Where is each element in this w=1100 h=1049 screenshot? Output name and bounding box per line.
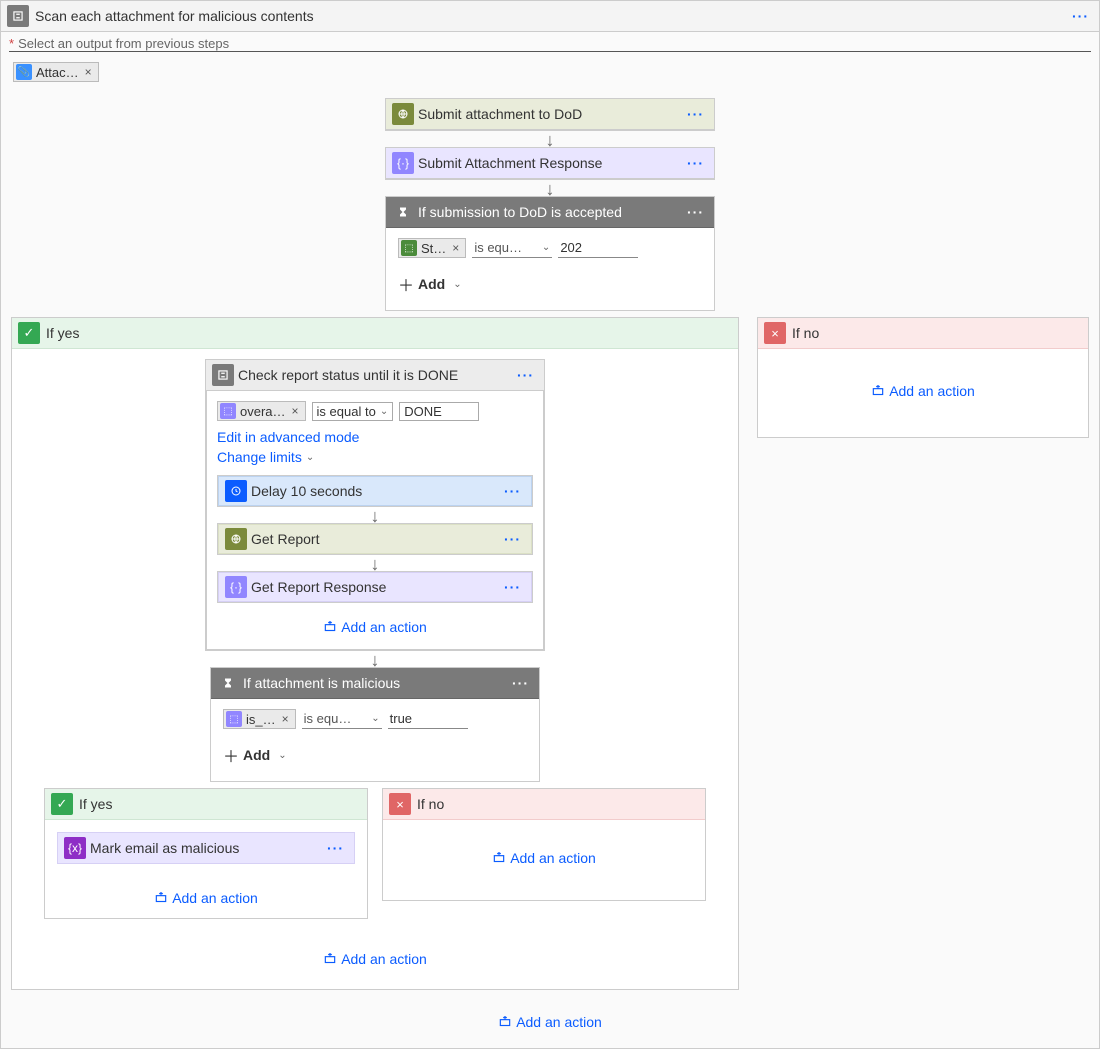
more-menu[interactable]: ··· (683, 204, 708, 220)
more-menu[interactable]: ··· (513, 367, 538, 383)
condition-icon (217, 672, 239, 694)
close-icon: × (764, 322, 786, 344)
step-get-report[interactable]: Get Report ··· (217, 523, 533, 555)
connector-arrow: ↓ (217, 555, 533, 571)
condition-dod-accepted: If submission to DoD is accepted ··· ⬚ S… (385, 196, 715, 311)
condition-icon (392, 201, 414, 223)
dynamic-content-icon: ⬚ (220, 403, 236, 419)
add-action-yes-inner[interactable]: Add an action (51, 890, 361, 906)
connector-arrow: ↓ (546, 180, 555, 196)
more-menu[interactable]: ··· (508, 675, 533, 691)
step-get-report-response[interactable]: {·} Get Report Response ··· (217, 571, 533, 603)
parse-json-icon: {·} (392, 152, 414, 174)
more-menu[interactable]: ··· (500, 483, 525, 499)
do-until-card: Check report status until it is DONE ···… (205, 359, 545, 651)
http-icon (225, 528, 247, 550)
more-menu[interactable]: ··· (1068, 8, 1093, 24)
variable-icon: {x} (64, 837, 86, 859)
condition-is-malicious: If attachment is malicious ··· ⬚ is_… × … (210, 667, 540, 782)
connector-arrow: ↓ (22, 651, 728, 667)
until-operand-token[interactable]: ⬚ overa… × (217, 401, 306, 421)
scope-header[interactable]: Scan each attachment for malicious conte… (1, 1, 1099, 32)
step-submit-response[interactable]: {·} Submit Attachment Response ··· (385, 147, 715, 180)
dynamic-content-icon: ⬚ (226, 711, 242, 727)
comparison-value[interactable]: 202 (558, 238, 638, 258)
add-action-yes-outer[interactable]: Add an action (22, 951, 728, 967)
condition-operand-token[interactable]: ⬚ is_… × (223, 709, 296, 729)
more-menu[interactable]: ··· (323, 840, 348, 856)
condition-operand-token[interactable]: ⬚ St… × (398, 238, 466, 258)
operator-dropdown[interactable]: is equ…⌄ (472, 238, 552, 258)
operator-dropdown[interactable]: is equal to⌄ (312, 402, 394, 421)
connector-arrow: ↓ (546, 131, 555, 147)
add-action-scope-end[interactable]: Add an action (498, 1014, 602, 1030)
add-condition-row[interactable]: ＋Add⌄ (398, 272, 702, 296)
check-icon: ✓ (51, 793, 73, 815)
loop-icon (7, 5, 29, 27)
add-action-no-inner[interactable]: Add an action (389, 850, 699, 866)
branch-no-inner: × If no Add an action (382, 788, 706, 901)
check-icon: ✓ (18, 322, 40, 344)
more-menu[interactable]: ··· (683, 155, 708, 171)
change-limits-link[interactable]: Change limits⌄ (217, 449, 533, 465)
http-icon (392, 103, 414, 125)
branch-yes-header[interactable]: ✓ If yes (12, 318, 738, 349)
token-remove[interactable]: × (292, 404, 299, 418)
token-remove[interactable]: × (452, 241, 459, 255)
clock-icon (225, 480, 247, 502)
step-delay[interactable]: Delay 10 seconds ··· (217, 475, 533, 507)
comparison-value[interactable]: true (388, 709, 468, 729)
more-menu[interactable]: ··· (500, 531, 525, 547)
token-remove[interactable]: × (85, 65, 92, 79)
branch-no-header[interactable]: × If no (383, 789, 705, 820)
add-action-no-outer[interactable]: Add an action (764, 383, 1082, 399)
more-menu[interactable]: ··· (683, 106, 708, 122)
foreach-scope: Scan each attachment for malicious conte… (0, 0, 1100, 1049)
step-submit-dod[interactable]: Submit attachment to DoD ··· (385, 98, 715, 131)
previous-step-hint: *Select an output from previous steps (1, 32, 1099, 51)
connector-arrow: ↓ (217, 507, 533, 523)
token-remove[interactable]: × (282, 712, 289, 726)
attachment-icon: 📎 (16, 64, 32, 80)
branch-no-outer: × If no Add an action (757, 317, 1089, 438)
branch-yes-header[interactable]: ✓ If yes (45, 789, 367, 820)
add-action-until[interactable]: Add an action (217, 619, 533, 635)
branch-yes-outer: ✓ If yes Check report status until it is… (11, 317, 739, 990)
input-token-attachments[interactable]: 📎 Attac… × (13, 62, 99, 82)
dynamic-content-icon: ⬚ (401, 240, 417, 256)
close-icon: × (389, 793, 411, 815)
edit-advanced-link[interactable]: Edit in advanced mode (217, 429, 533, 445)
parse-json-icon: {·} (225, 576, 247, 598)
branch-yes-inner: ✓ If yes {x} Mark email as malicious ··· (44, 788, 368, 919)
add-condition-row[interactable]: ＋Add⌄ (223, 743, 527, 767)
branch-no-header[interactable]: × If no (758, 318, 1088, 349)
step-mark-malicious[interactable]: {x} Mark email as malicious ··· (57, 832, 355, 864)
operator-dropdown[interactable]: is equ…⌄ (302, 709, 382, 729)
more-menu[interactable]: ··· (500, 579, 525, 595)
loop-icon (212, 364, 234, 386)
scope-title: Scan each attachment for malicious conte… (29, 8, 1068, 24)
comparison-value[interactable]: DONE (399, 402, 479, 421)
